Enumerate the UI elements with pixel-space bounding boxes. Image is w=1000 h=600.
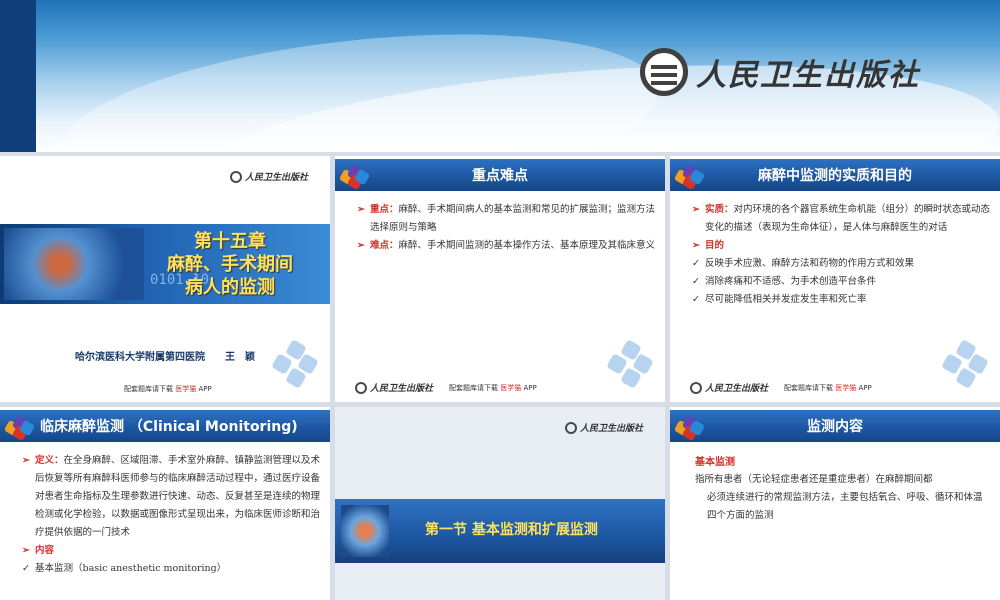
bullet-item: ➢ 难点：麻醉、手术期间监测的基本操作方法、基本原理及其临床意义 [357,237,657,255]
publisher-emblem-icon [690,381,702,394]
mini-publisher-logo: 人民卫生出版社 [690,381,768,394]
bullet-item: ➢ 重点：麻醉、手术期间病人的基本监测和常见的扩展监测；监测方法选择原则与策略 [357,201,657,237]
bullet-item: ➢ 实质：对内环境的各个器官系统生命机能（组分）的瞬时状态或动态变化的描述（表现为… [692,201,992,237]
chapter-title-line: 病人的监测 [185,277,275,298]
arrow-bullet-icon: ➢ [357,204,365,215]
mini-publisher-logo: 人民卫生出版社 [564,421,643,434]
footer-download-text: 配套题库请下载 医学猫 APP [449,383,537,392]
publisher-emblem-icon [229,170,242,183]
chapter-title: 第十五章 麻醉、手术期间 病人的监测 [130,230,330,299]
slide-title: 监测内容 [807,419,863,435]
checkmark-icon: ✓ [692,258,700,269]
publisher-emblem-icon [640,48,688,96]
publisher-logo-text: 人民卫生出版社 [696,58,920,93]
slide-sorter-view: 人民卫生出版社 人民卫生出版社 0101 10 第十五章 麻醉、手术期间 病人的… [0,0,1000,600]
check-item: ✓ 尽可能降低相关并发症发生率和死亡率 [692,291,992,309]
footer-download-text: 配套题库请下载 医学猫 APP [124,385,212,393]
slide-body: ➢ 重点：麻醉、手术期间病人的基本监测和常见的扩展监测；监测方法选择原则与策略 ➢… [357,201,657,255]
slide-thumbnail-6[interactable]: 监测内容 基本监测 指所有患者（无论轻症患者还是重症患者）在麻醉期间都 必须连续… [670,407,1000,600]
bullet-item: ➢ 目的 [692,237,992,255]
paragraph-line: 指所有患者（无论轻症患者还是重症患者）在麻醉期间都 [695,474,933,485]
hexagon-decoration [606,339,655,389]
mini-publisher-logo: 人民卫生出版社 [355,381,433,394]
hexagon-decoration [941,339,990,389]
slide-body: ➢ 实质：对内环境的各个器官系统生命机能（组分）的瞬时状态或动态变化的描述（表现为… [692,201,992,309]
mini-publisher-logo: 人民卫生出版社 [229,170,308,183]
logo-text: 人民卫生出版社 [244,173,308,183]
bullet-item: ➢ 内容 [22,542,322,560]
slide-footer: 人民卫生出版社 配套题库请下载 医学猫 APP [355,381,537,394]
check-item: ✓ 消除疼痛和不适感、为手术创造平台条件 [692,273,992,291]
arrow-bullet-icon: ➢ [692,240,700,251]
arrow-bullet-icon: ➢ [22,455,30,466]
section-banner: 第一节 基本监测和扩展监测 [335,499,665,563]
content-paragraph: 指所有患者（无论轻症患者还是重症患者）在麻醉期间都 必须连续进行的常规监测方法，… [695,471,985,525]
chapter-title-line: 麻醉、手术期间 [167,254,293,275]
slide-title-bar: 重点难点 [335,159,665,191]
slide-thumbnail-1[interactable]: 人民卫生出版社 0101 10 第十五章 麻醉、手术期间 病人的监测 哈尔滨医科… [0,156,330,402]
publisher-emblem-icon [564,421,577,434]
slide-thumbnail-3[interactable]: 麻醉中监测的实质和目的 ➢ 实质：对内环境的各个器官系统生命机能（组分）的瞬时状态… [670,156,1000,402]
slide-thumbnail-5[interactable]: 人民卫生出版社 第一节 基本监测和扩展监测 [335,407,665,600]
slide-title: 麻醉中监测的实质和目的 [758,168,912,184]
publisher-logo: 人民卫生出版社 [640,48,920,96]
chapter-hero: 0101 10 第十五章 麻醉、手术期间 病人的监测 [0,224,330,304]
bullet-item: ➢ 定义：在全身麻醉、区域阻滞、手术室外麻醉、镇静监测管理以及术后恢复等所有麻醉科… [22,452,322,542]
slide-title-bar: 麻醉中监测的实质和目的 [670,159,1000,191]
arrow-bullet-icon: ➢ [692,204,700,215]
paragraph-line: 必须连续进行的常规监测方法，主要包括氧合、呼吸、循环和体温四个方面的监测 [707,492,983,521]
slide-footer: 配套题库请下载 医学猫 APP [124,384,212,394]
logo-text: 人民卫生出版社 [579,424,643,434]
slide-title-bar: 监测内容 [670,410,1000,442]
title-slide-banner[interactable]: 人民卫生出版社 [0,0,1000,152]
author-name: 王 颖 [225,352,255,363]
slide-footer: 人民卫生出版社 配套题库请下载 医学猫 APP [690,381,872,394]
slide-title: 临床麻醉监测 （Clinical Monitoring) [40,419,298,435]
checkmark-icon: ✓ [692,294,700,305]
hexagon-cluster-icon [3,415,36,442]
medical-image [4,228,144,300]
content-heading: 基本监测 [695,457,735,468]
slide-thumbnail-2[interactable]: 重点难点 ➢ 重点：麻醉、手术期间病人的基本监测和常见的扩展监测；监测方法选择原则… [335,156,665,402]
arrow-bullet-icon: ➢ [357,240,365,251]
hexagon-cluster-icon [673,415,706,442]
chapter-number: 第十五章 [194,231,266,252]
checkmark-icon: ✓ [692,276,700,287]
footer-download-text: 配套题库请下载 医学猫 APP [784,383,872,392]
hexagon-decoration [271,339,320,389]
publisher-emblem-icon [355,381,367,394]
slide-thumbnail-4[interactable]: 临床麻醉监测 （Clinical Monitoring) ➢ 定义：在全身麻醉、区… [0,407,330,600]
banner-left-bar [0,0,36,152]
checkmark-icon: ✓ [22,563,30,574]
slide-body: ➢ 定义：在全身麻醉、区域阻滞、手术室外麻醉、镇静监测管理以及术后恢复等所有麻醉科… [22,452,322,578]
hexagon-cluster-icon [673,164,706,191]
slide-title-bar: 临床麻醉监测 （Clinical Monitoring) [0,410,330,442]
section-title: 第一节 基本监测和扩展监测 [425,522,598,538]
institution: 哈尔滨医科大学附属第四医院 [75,352,205,363]
check-item: ✓ 反映手术应激、麻醉方法和药物的作用方式和效果 [692,255,992,273]
arrow-bullet-icon: ➢ [22,545,30,556]
medical-image [341,505,389,557]
hexagon-cluster-icon [338,164,371,191]
check-item: ✓ 基本监测（basic anesthetic monitoring） [22,560,322,578]
slide-title: 重点难点 [472,168,528,184]
